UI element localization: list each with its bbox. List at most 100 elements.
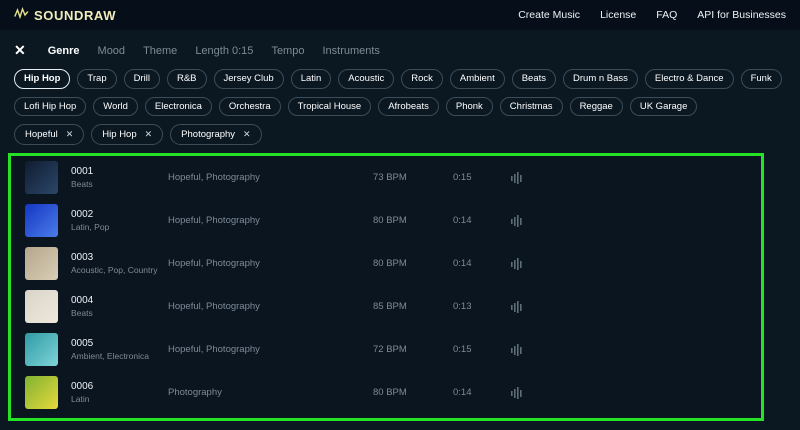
genre-chip-world[interactable]: World [93, 97, 138, 117]
track-id: 0006 [71, 381, 168, 392]
remove-tag-icon[interactable]: ✕ [66, 129, 74, 140]
genre-chip-electronica[interactable]: Electronica [145, 97, 212, 117]
selected-tag-hip-hop[interactable]: Hip Hop ✕ [91, 124, 163, 145]
waveform-icon[interactable] [510, 257, 528, 271]
track-tags: Hopeful, Photography [168, 344, 373, 355]
waveform-icon[interactable] [510, 300, 528, 314]
waveform-icon[interactable] [510, 214, 528, 228]
waveform-icon[interactable] [510, 171, 528, 185]
genre-chip-drum-n-bass[interactable]: Drum n Bass [563, 69, 638, 89]
genre-chip-acoustic[interactable]: Acoustic [338, 69, 394, 89]
waveform-logo-icon [14, 6, 29, 24]
track-bpm: 85 BPM [373, 301, 453, 312]
filter-panel: ✕ Genre Mood Theme Length 0:15 Tempo Ins… [0, 30, 800, 145]
track-info: 0003 Acoustic, Pop, Country [71, 252, 168, 275]
nav-license[interactable]: License [600, 9, 636, 21]
track-tags: Hopeful, Photography [168, 172, 373, 183]
tab-mood[interactable]: Mood [98, 45, 126, 57]
genre-chip-orchestra[interactable]: Orchestra [219, 97, 281, 117]
track-thumbnail[interactable] [25, 290, 58, 323]
track-info: 0005 Ambient, Electronica [71, 338, 168, 361]
genre-chip-hip-hop[interactable]: Hip Hop [14, 69, 70, 89]
track-bpm: 80 BPM [373, 387, 453, 398]
track-id: 0002 [71, 209, 168, 220]
track-id: 0004 [71, 295, 168, 306]
genre-chip-electro-dance[interactable]: Electro & Dance [645, 69, 734, 89]
logo-text: SOUNDRAW [34, 8, 116, 23]
tab-instruments[interactable]: Instruments [322, 45, 379, 57]
genre-chip-beats[interactable]: Beats [512, 69, 556, 89]
genre-chip-rock[interactable]: Rock [401, 69, 443, 89]
track-duration: 0:14 [453, 215, 510, 226]
genre-chip-trap[interactable]: Trap [77, 69, 116, 89]
genre-chip-jersey-club[interactable]: Jersey Club [214, 69, 284, 89]
track-thumbnail[interactable] [25, 204, 58, 237]
waveform-icon[interactable] [510, 343, 528, 357]
genre-chip-funk[interactable]: Funk [741, 69, 782, 89]
track-row[interactable]: 0002 Latin, Pop Hopeful, Photography 80 … [11, 199, 761, 242]
genre-chip-afrobeats[interactable]: Afrobeats [378, 97, 439, 117]
remove-tag-icon[interactable]: ✕ [145, 129, 153, 140]
track-duration: 0:15 [453, 172, 510, 183]
track-duration: 0:14 [453, 387, 510, 398]
track-bpm: 73 BPM [373, 172, 453, 183]
track-id: 0005 [71, 338, 168, 349]
track-genres: Latin [71, 394, 168, 404]
genre-chips-row1: Hip Hop Trap Drill R&B Jersey Club Latin… [14, 69, 786, 89]
track-tags: Hopeful, Photography [168, 215, 373, 226]
selected-tag-hopeful[interactable]: Hopeful ✕ [14, 124, 84, 145]
genre-chip-rnb[interactable]: R&B [167, 69, 207, 89]
genre-chip-latin[interactable]: Latin [291, 69, 332, 89]
track-row[interactable]: 0001 Beats Hopeful, Photography 73 BPM 0… [11, 156, 761, 199]
track-info: 0002 Latin, Pop [71, 209, 168, 232]
track-duration: 0:13 [453, 301, 510, 312]
waveform-icon[interactable] [510, 386, 528, 400]
track-row[interactable]: 0003 Acoustic, Pop, Country Hopeful, Pho… [11, 242, 761, 285]
track-row[interactable]: 0006 Latin Photography 80 BPM 0:14 [11, 371, 761, 414]
top-nav: Create Music License FAQ API for Busines… [518, 9, 786, 21]
genre-chip-reggae[interactable]: Reggae [570, 97, 623, 117]
top-bar: SOUNDRAW Create Music License FAQ API fo… [0, 0, 800, 30]
tab-tempo[interactable]: Tempo [271, 45, 304, 57]
genre-chip-christmas[interactable]: Christmas [500, 97, 563, 117]
track-tags: Hopeful, Photography [168, 301, 373, 312]
track-info: 0001 Beats [71, 166, 168, 189]
track-duration: 0:14 [453, 258, 510, 269]
track-genres: Latin, Pop [71, 222, 168, 232]
nav-api-for-businesses[interactable]: API for Businesses [697, 9, 786, 21]
track-row[interactable]: 0005 Ambient, Electronica Hopeful, Photo… [11, 328, 761, 371]
genre-chip-ambient[interactable]: Ambient [450, 69, 505, 89]
track-tags: Photography [168, 387, 373, 398]
track-tags: Hopeful, Photography [168, 258, 373, 269]
track-duration: 0:15 [453, 344, 510, 355]
tab-genre[interactable]: Genre [48, 45, 80, 57]
tab-length[interactable]: Length 0:15 [195, 45, 253, 57]
track-list-highlight-box: 0001 Beats Hopeful, Photography 73 BPM 0… [8, 153, 764, 421]
remove-tag-icon[interactable]: ✕ [243, 129, 251, 140]
track-info: 0006 Latin [71, 381, 168, 404]
tab-theme[interactable]: Theme [143, 45, 177, 57]
track-genres: Acoustic, Pop, Country [71, 265, 168, 275]
genre-chip-drill[interactable]: Drill [124, 69, 160, 89]
track-thumbnail[interactable] [25, 247, 58, 280]
nav-create-music[interactable]: Create Music [518, 9, 580, 21]
track-row[interactable]: 0004 Beats Hopeful, Photography 85 BPM 0… [11, 285, 761, 328]
track-info: 0004 Beats [71, 295, 168, 318]
track-thumbnail[interactable] [25, 161, 58, 194]
track-genres: Beats [71, 308, 168, 318]
genre-chip-lofi-hip-hop[interactable]: Lofi Hip Hop [14, 97, 86, 117]
selected-tag-photography[interactable]: Photography ✕ [170, 124, 261, 145]
soundraw-logo[interactable]: SOUNDRAW [14, 6, 116, 24]
track-thumbnail[interactable] [25, 333, 58, 366]
genre-chip-tropical-house[interactable]: Tropical House [288, 97, 372, 117]
track-id: 0001 [71, 166, 168, 177]
nav-faq[interactable]: FAQ [656, 9, 677, 21]
genre-chip-phonk[interactable]: Phonk [446, 97, 493, 117]
filter-tabs: ✕ Genre Mood Theme Length 0:15 Tempo Ins… [14, 42, 786, 59]
track-thumbnail[interactable] [25, 376, 58, 409]
close-icon[interactable]: ✕ [14, 42, 26, 59]
tag-label: Hip Hop [102, 129, 136, 140]
track-id: 0003 [71, 252, 168, 263]
genre-chips-row2: Lofi Hip Hop World Electronica Orchestra… [14, 97, 786, 117]
genre-chip-uk-garage[interactable]: UK Garage [630, 97, 698, 117]
